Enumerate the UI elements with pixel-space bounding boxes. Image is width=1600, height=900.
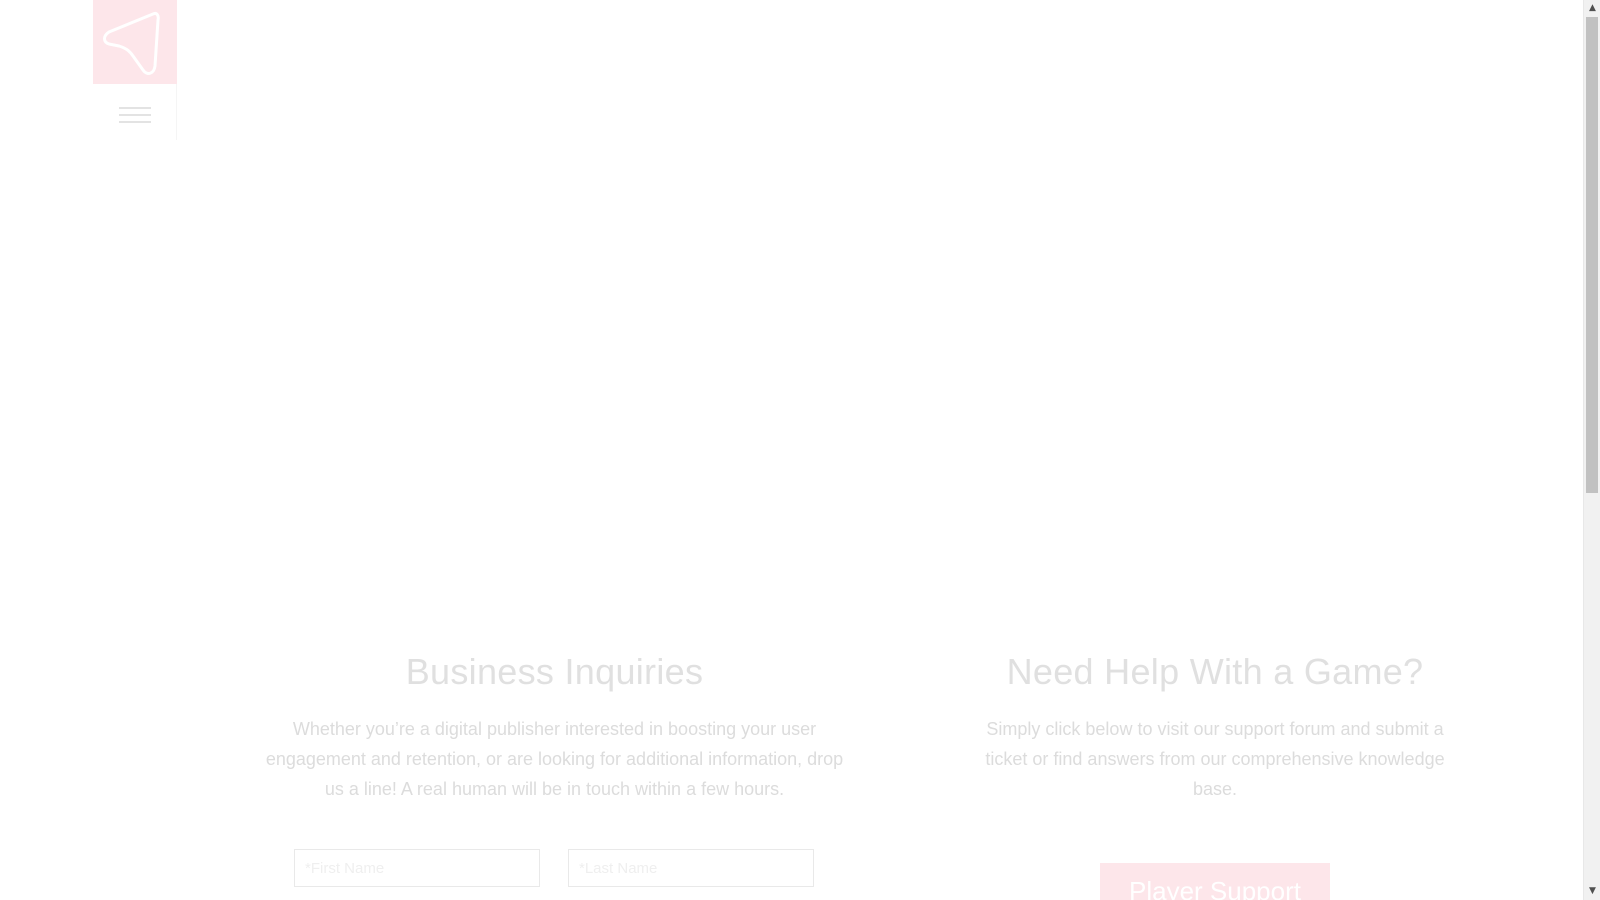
game-help-description: Simply click below to visit our support … — [985, 719, 1445, 799]
business-inquiries-section: Business Inquiries Whether you’re a digi… — [262, 648, 847, 804]
scroll-up-arrow-icon[interactable]: ▲ — [1584, 0, 1600, 17]
last-name-field[interactable] — [568, 849, 814, 887]
player-support-button[interactable]: Player Support — [1100, 863, 1330, 900]
vertical-scrollbar[interactable]: ▲ ▼ — [1583, 0, 1600, 900]
scroll-down-arrow-icon[interactable]: ▼ — [1584, 883, 1600, 900]
scroll-thumb[interactable] — [1586, 17, 1598, 493]
first-name-field[interactable] — [294, 849, 540, 887]
business-inquiries-description: Whether you’re a digital publisher inter… — [265, 719, 844, 799]
page: Business Inquiries Whether you’re a digi… — [0, 0, 1600, 900]
game-help-section: Need Help With a Game? Simply click belo… — [975, 648, 1455, 804]
logo-icon — [103, 12, 160, 75]
menu-button[interactable] — [93, 84, 177, 140]
business-inquiries-heading: Business Inquiries — [405, 651, 704, 692]
game-help-heading: Need Help With a Game? — [1006, 651, 1424, 692]
logo-home-link[interactable] — [93, 0, 177, 84]
